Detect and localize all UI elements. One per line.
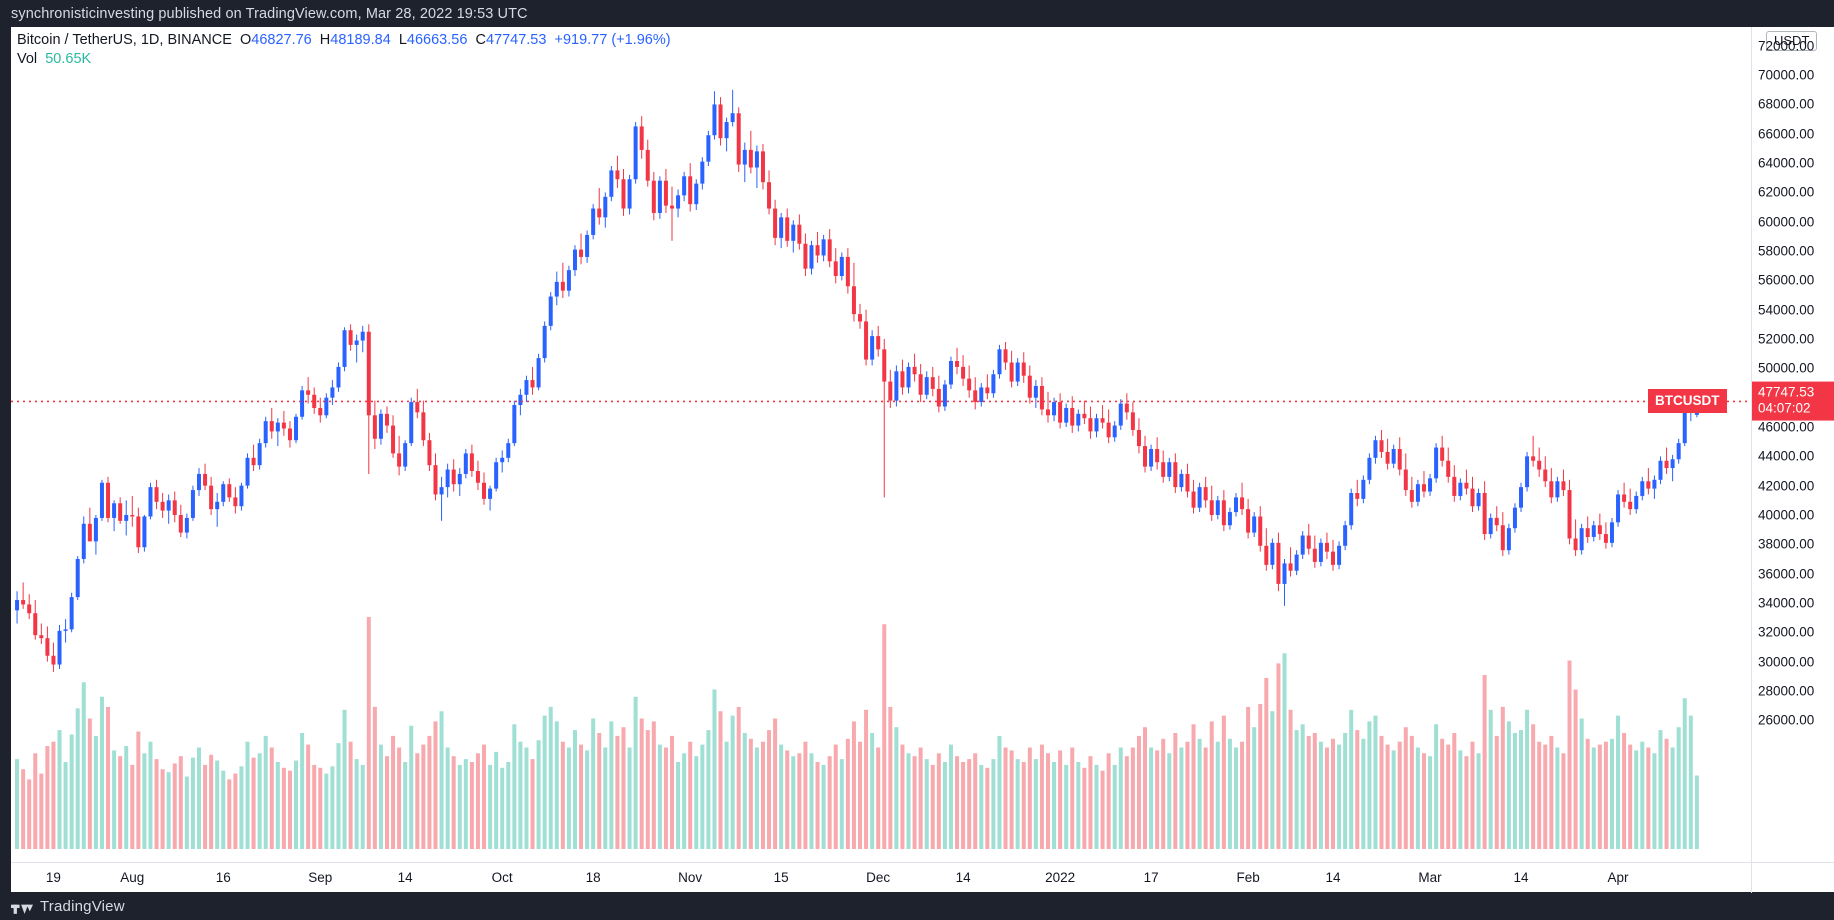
time-axis-tick: 14 <box>1513 870 1528 885</box>
time-axis-tick: Oct <box>492 870 513 885</box>
price-axis-tick: 70000.00 <box>1758 68 1814 83</box>
price-axis-tick: 40000.00 <box>1758 508 1814 523</box>
time-axis-tick: 19 <box>46 870 61 885</box>
chart-pane[interactable]: Bitcoin / TetherUS, 1D, BINANCE O46827.7… <box>11 27 1751 862</box>
price-axis-tick: 54000.00 <box>1758 302 1814 317</box>
price-axis-tick: 52000.00 <box>1758 332 1814 347</box>
time-axis-tick: 14 <box>1325 870 1340 885</box>
tradingview-chart-screenshot: synchronisticinvesting published on Trad… <box>0 0 1834 920</box>
time-axis-tick: Aug <box>120 870 144 885</box>
price-axis-tick: 26000.00 <box>1758 713 1814 728</box>
price-axis-tick: 42000.00 <box>1758 478 1814 493</box>
time-axis-tick: Dec <box>866 870 890 885</box>
price-axis-tick: 58000.00 <box>1758 244 1814 259</box>
current-price-value: 47747.53 <box>1758 385 1834 401</box>
tradingview-brand-text: TradingView <box>40 898 125 915</box>
price-axis-tick: 60000.00 <box>1758 214 1814 229</box>
price-axis-tick: 28000.00 <box>1758 683 1814 698</box>
price-axis-tick: 38000.00 <box>1758 537 1814 552</box>
price-axis-tick: 44000.00 <box>1758 449 1814 464</box>
time-axis-tick: 2022 <box>1045 870 1075 885</box>
price-axis-tick: 56000.00 <box>1758 273 1814 288</box>
time-axis-tick: 14 <box>398 870 413 885</box>
time-axis-tick: Sep <box>308 870 332 885</box>
time-axis-tick: 18 <box>586 870 601 885</box>
price-axis-tick: 66000.00 <box>1758 126 1814 141</box>
price-axis-tick: 64000.00 <box>1758 156 1814 171</box>
time-axis-tick: 14 <box>956 870 971 885</box>
footer-brand[interactable]: TradingView <box>11 892 125 920</box>
price-axis-tick: 68000.00 <box>1758 97 1814 112</box>
price-axis-tick: 72000.00 <box>1758 38 1814 53</box>
time-axis-tick: 17 <box>1144 870 1159 885</box>
publish-credit-text: synchronisticinvesting published on Trad… <box>11 6 528 22</box>
bar-countdown: 04:07:02 <box>1758 401 1834 417</box>
price-axis-tick: 34000.00 <box>1758 596 1814 611</box>
price-axis-tick: 32000.00 <box>1758 625 1814 640</box>
time-axis-separator <box>1751 863 1752 893</box>
time-axis-tick: Mar <box>1418 870 1441 885</box>
price-axis-tick: 50000.00 <box>1758 361 1814 376</box>
time-axis[interactable]: 19 Aug 16 Sep 14 Oct 18 Nov 15 Dec 14 2022 17 Feb 14 Ma… <box>11 862 1834 892</box>
price-axis-tick: 36000.00 <box>1758 566 1814 581</box>
candlestick-plot[interactable] <box>11 27 1751 862</box>
time-axis-tick: 16 <box>216 870 231 885</box>
time-axis-tick: Nov <box>678 870 702 885</box>
price-axis-tick: 46000.00 <box>1758 420 1814 435</box>
publish-header-bar: synchronisticinvesting published on Trad… <box>0 0 1834 27</box>
price-line-ticker-flag: BTCUSDT <box>1648 389 1727 413</box>
tradingview-logo-icon <box>11 899 33 914</box>
time-axis-tick: Apr <box>1607 870 1628 885</box>
time-axis-tick: 15 <box>774 870 789 885</box>
current-price-badge: 47747.53 04:07:02 <box>1752 382 1834 421</box>
time-axis-tick: Feb <box>1236 870 1259 885</box>
price-axis-tick: 62000.00 <box>1758 185 1814 200</box>
price-axis[interactable]: USDT 47747.53 04:07:02 72000.0070000.006… <box>1751 27 1834 862</box>
price-axis-tick: 30000.00 <box>1758 654 1814 669</box>
